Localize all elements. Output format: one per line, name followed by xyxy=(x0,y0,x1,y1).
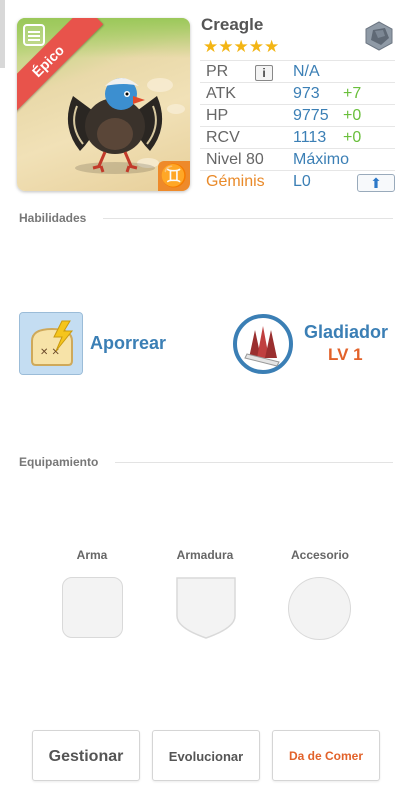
atk-value: 973 xyxy=(293,85,320,102)
monster-name: Creagle xyxy=(201,15,264,34)
gladiator-leader-icon[interactable] xyxy=(233,314,293,374)
info-button[interactable]: i xyxy=(255,65,273,81)
stat-row-atk: ATK 973 +7 xyxy=(200,82,395,104)
skills-divider xyxy=(103,218,393,219)
manage-button[interactable]: Gestionar xyxy=(32,730,140,781)
leader-skill-name[interactable]: Gladiador xyxy=(304,322,388,343)
pr-label: PR xyxy=(206,63,229,80)
stats-table: PR i N/A ATK 973 +7 HP 9775 +0 RCV 1113 … xyxy=(200,60,395,192)
monster-portrait[interactable]: Épico ♊ xyxy=(17,18,190,191)
level-value: Máximo xyxy=(293,151,350,168)
bread-bash-icon: ✕ ✕ xyxy=(20,313,82,374)
edge-strip xyxy=(0,0,5,68)
hp-value: 9775 xyxy=(293,107,329,124)
weapon-label: Arma xyxy=(76,548,108,562)
active-skill-icon[interactable]: ✕ ✕ xyxy=(19,312,83,375)
atk-label: ATK xyxy=(206,85,236,102)
weapon-slot[interactable] xyxy=(62,577,123,638)
stat-row-level: Nivel 80 Máximo xyxy=(200,148,395,170)
accessory-slot[interactable] xyxy=(288,577,351,640)
hp-bonus: +0 xyxy=(343,107,362,124)
leader-skill-level: LV 1 xyxy=(328,345,363,364)
stat-row-sign: Géminis L0 ⬆ xyxy=(200,170,395,192)
stat-row-hp: HP 9775 +0 xyxy=(200,104,395,126)
accessory-label: Accesorio xyxy=(290,548,350,562)
gemini-zodiac-icon: ♊ xyxy=(158,161,190,191)
equipment-section-title: Equipamiento xyxy=(19,455,99,469)
notes-icon[interactable] xyxy=(23,24,45,46)
feed-button[interactable]: Da de Comer xyxy=(272,730,380,781)
rcv-bonus: +0 xyxy=(343,129,362,146)
rcv-label: RCV xyxy=(206,129,240,146)
upgrade-arrow-button[interactable]: ⬆ xyxy=(357,174,395,192)
atk-bonus: +7 xyxy=(343,85,362,102)
stat-row-pr: PR i N/A xyxy=(200,60,395,82)
level-label: Nivel 80 xyxy=(206,151,264,168)
skills-section-title: Habilidades xyxy=(19,211,87,225)
sign-label: Géminis xyxy=(206,173,265,190)
armor-slot[interactable] xyxy=(175,576,237,640)
rock-element-icon xyxy=(365,21,393,51)
stat-row-rcv: RCV 1113 +0 xyxy=(200,126,395,148)
creagle-bird-image xyxy=(67,78,163,174)
hp-label: HP xyxy=(206,107,229,124)
evolve-button[interactable]: Evolucionar xyxy=(152,730,260,781)
star-rating: ★★★★★ xyxy=(203,37,280,56)
armor-label: Armadura xyxy=(176,548,234,562)
rcv-value: 1113 xyxy=(293,129,327,146)
sign-value: L0 xyxy=(293,173,311,190)
pr-value: N/A xyxy=(293,63,320,80)
equipment-divider xyxy=(115,462,393,463)
active-skill-name[interactable]: Aporrear xyxy=(90,333,166,354)
